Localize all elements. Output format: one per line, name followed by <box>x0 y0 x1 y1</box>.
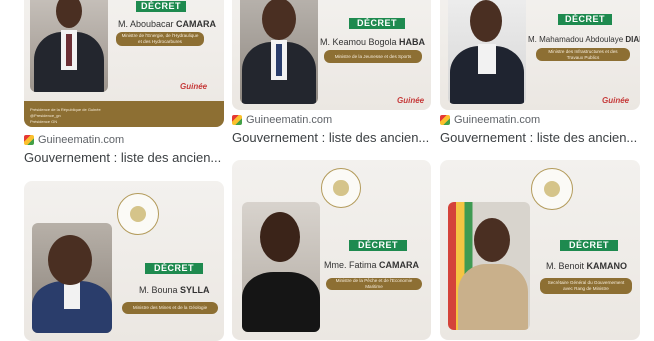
republic-seal-icon <box>531 168 573 210</box>
footer-line: @Presidence_gn <box>30 113 61 118</box>
image-result-5[interactable]: DÉCRET Mme. Fatima CAMARA Ministre de la… <box>232 160 431 340</box>
decret-badge: DÉCRET <box>560 240 618 251</box>
ministry-label: Secrétaire Général du Gouvernement avec … <box>540 278 632 294</box>
footer-band: Présidence de la République de Guinée @P… <box>24 101 224 127</box>
image-result-4[interactable]: DÉCRET M. Bouna SYLLA Ministre des Mines… <box>24 181 224 341</box>
portrait-photo <box>242 202 320 332</box>
ministry-label: Ministre de la Jeunesse et des Sports <box>324 50 422 63</box>
brand-logo: Guinée <box>397 96 425 105</box>
result-source[interactable]: Guineematin.com <box>440 114 540 126</box>
source-label: Guineematin.com <box>246 114 333 126</box>
ministry-label: Ministre de l'Energie, de l'Hydraulique … <box>116 32 204 46</box>
image-result-3[interactable]: DÉCRET M. Mahamadou Abdoulaye DIALLO Min… <box>440 0 640 110</box>
result-title[interactable]: Gouvernement : liste des ancien... <box>232 130 429 145</box>
ministry-label: Ministre des Mines et de la Géologie <box>122 302 218 314</box>
portrait-photo <box>448 202 530 330</box>
footer-line: Présidence GN <box>30 119 58 124</box>
minister-name: M. Keamou Bogola HABA <box>320 37 426 47</box>
decret-badge: DÉCRET <box>558 14 612 25</box>
portrait-photo <box>30 0 108 92</box>
image-result-6[interactable]: DÉCRET M. Benoit KAMANO Secrétaire Génér… <box>440 160 640 340</box>
source-label: Guineematin.com <box>38 134 125 146</box>
minister-name: Mme. Fatima CAMARA <box>324 260 420 270</box>
portrait-photo <box>240 0 318 104</box>
guineematin-favicon-icon <box>232 115 242 125</box>
result-title[interactable]: Gouvernement : liste des ancien... <box>440 130 637 145</box>
decret-badge: DÉCRET <box>349 18 405 29</box>
brand-logo: Guinée <box>180 82 208 91</box>
minister-name: M. Benoit KAMANO <box>546 261 628 271</box>
image-result-2[interactable]: DÉCRET M. Keamou Bogola HABA Ministre de… <box>232 0 431 110</box>
republic-seal-icon <box>321 168 361 208</box>
result-source[interactable]: Guineematin.com <box>232 114 332 126</box>
portrait-photo <box>32 223 112 333</box>
result-title[interactable]: Gouvernement : liste des ancien... <box>24 150 221 165</box>
minister-name: M. Mahamadou Abdoulaye DIALLO <box>528 35 640 44</box>
image-result-1[interactable]: DÉCRET M. Aboubacar CAMARA Ministre de l… <box>24 0 224 127</box>
guineematin-favicon-icon <box>440 115 450 125</box>
ministry-label: Ministre de la Pêche et de l'Economie Ma… <box>326 278 422 290</box>
minister-name: M. Bouna SYLLA <box>139 285 210 295</box>
brand-logo: Guinée <box>602 96 630 105</box>
decret-badge: DÉCRET <box>136 1 186 12</box>
footer-line: Présidence de la République de Guinée <box>30 107 101 112</box>
minister-name: M. Aboubacar CAMARA <box>118 19 217 29</box>
source-label: Guineematin.com <box>454 114 541 126</box>
guineematin-favicon-icon <box>24 135 34 145</box>
decret-badge: DÉCRET <box>349 240 407 251</box>
decret-badge: DÉCRET <box>145 263 203 274</box>
portrait-photo <box>448 0 526 104</box>
result-source[interactable]: Guineematin.com <box>24 134 124 146</box>
ministry-label: Ministre des Infrastructures et des Trav… <box>536 48 630 61</box>
republic-seal-icon <box>117 193 159 235</box>
